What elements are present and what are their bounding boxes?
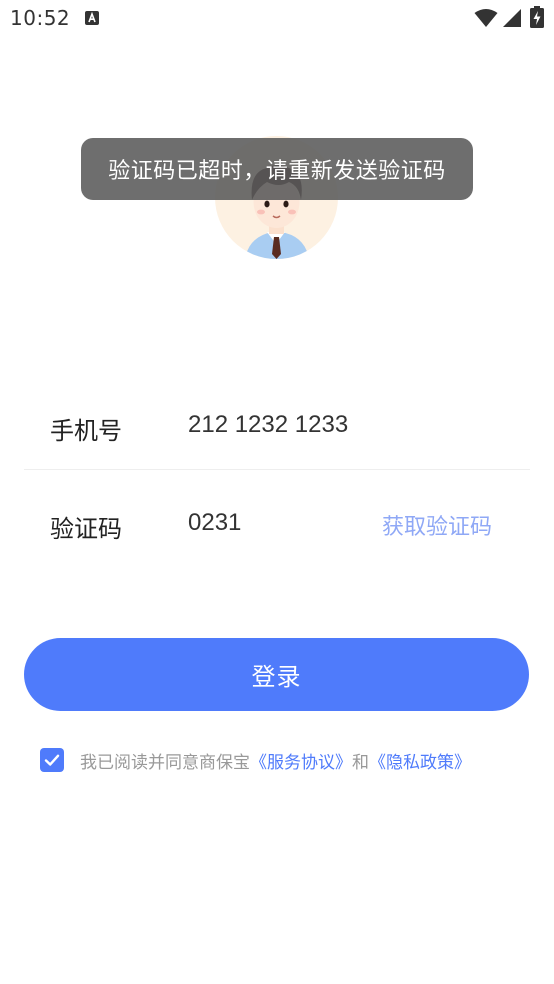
- login-button[interactable]: 登录: [24, 638, 529, 711]
- wifi-icon: [474, 9, 498, 27]
- service-agreement-link[interactable]: 《服务协议》: [250, 753, 352, 773]
- code-label: 验证码: [50, 515, 122, 543]
- status-time: 10:52: [10, 6, 71, 30]
- signal-icon: [503, 9, 521, 27]
- agreement-and: 和: [352, 752, 369, 773]
- privacy-policy-link[interactable]: 《隐私政策》: [369, 753, 471, 773]
- agreement-row: 我已阅读并同意商保宝《服务协议》和《隐私政策》: [40, 746, 520, 774]
- status-bar: 10:52: [0, 0, 554, 38]
- code-row: 验证码 0231 获取验证码: [24, 495, 530, 555]
- divider: [24, 469, 530, 470]
- notification-a-icon: [85, 11, 99, 25]
- phone-label: 手机号: [50, 417, 122, 445]
- agreement-text: 我已阅读并同意商保宝《服务协议》和《隐私政策》: [80, 748, 471, 773]
- phone-row: 手机号 212 1232 1233: [24, 397, 530, 457]
- code-input[interactable]: 0231: [188, 509, 241, 537]
- agreement-prefix: 我已阅读并同意商保宝: [80, 752, 250, 773]
- battery-charging-icon: [530, 6, 544, 28]
- get-code-button[interactable]: 获取验证码: [382, 509, 492, 541]
- timeout-toast: 验证码已超时，请重新发送验证码: [81, 138, 473, 200]
- agreement-checkbox[interactable]: [40, 748, 64, 772]
- phone-input[interactable]: 212 1232 1233: [188, 411, 348, 439]
- checkmark-icon: [44, 754, 60, 766]
